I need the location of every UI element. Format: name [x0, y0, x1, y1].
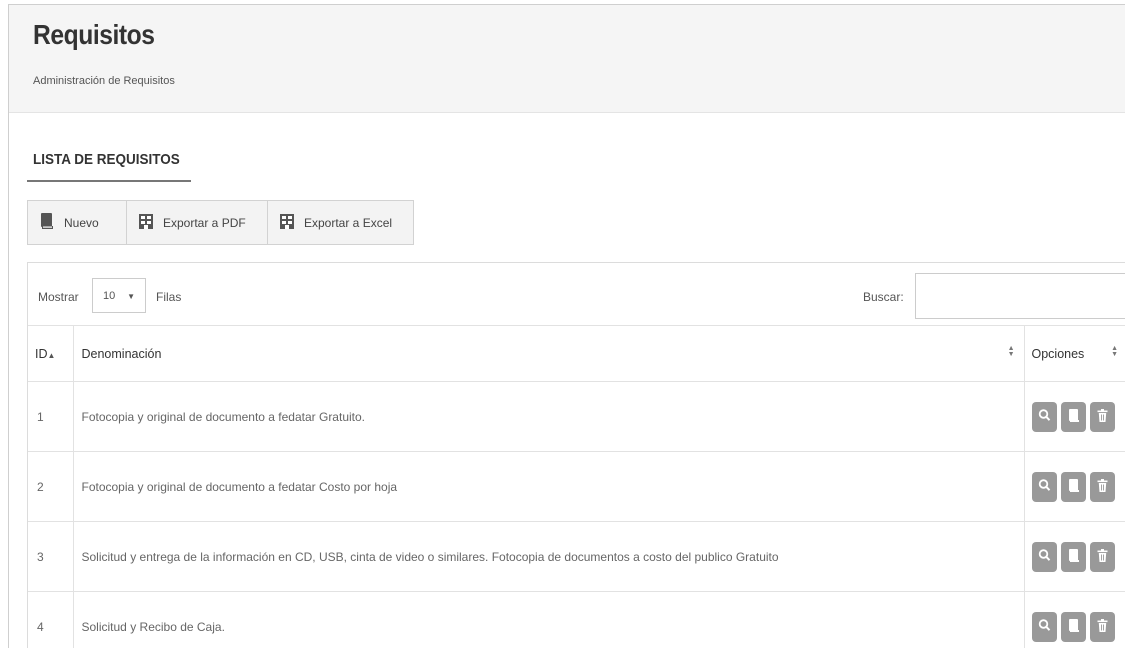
edit-button[interactable] — [1060, 401, 1086, 432]
search-icon — [1038, 618, 1051, 636]
table-row: 1 Fotocopia y original de documento a fe… — [28, 381, 1125, 452]
view-button[interactable] — [1031, 541, 1057, 572]
row-id: 3 — [28, 521, 74, 592]
delete-button[interactable] — [1089, 611, 1115, 642]
row-name-value: Solicitud y entrega de la información en… — [81, 549, 779, 564]
trash-icon — [1096, 478, 1109, 496]
sort-both-icon: ▲ ▼ — [1007, 345, 1015, 358]
caret-down-icon: ▼ — [127, 292, 135, 301]
trash-icon — [1096, 548, 1109, 566]
page-header: Requisitos Administración de Requisitos — [9, 5, 1125, 113]
table-body: 1 Fotocopia y original de documento a fe… — [28, 381, 1125, 648]
row-options — [1024, 451, 1125, 522]
row-name-value: Solicitud y Recibo de Caja. — [81, 619, 225, 634]
view-button[interactable] — [1031, 471, 1057, 502]
row-actions — [1031, 471, 1125, 502]
export-pdf-button[interactable]: Exportar a PDF — [126, 200, 268, 245]
requirements-table: ID▲ Denominación ▲ ▼ Opciones ▲ ▼ 1 Fotocopi… — [28, 325, 1125, 648]
search-icon — [1038, 548, 1051, 566]
section-underline — [27, 180, 191, 182]
export-excel-label: Exportar a Excel — [304, 215, 393, 230]
row-name: Solicitud y Recibo de Caja. — [73, 591, 1025, 648]
building-icon — [280, 213, 294, 232]
new-button-label: Nuevo — [64, 215, 99, 230]
sort-both-icon: ▲ ▼ — [1111, 345, 1118, 358]
edit-button[interactable] — [1060, 471, 1086, 502]
row-id-value: 1 — [37, 409, 44, 424]
book-icon — [40, 213, 54, 232]
book-icon — [1067, 548, 1080, 566]
edit-button[interactable] — [1060, 611, 1086, 642]
row-name-value: Fotocopia y original de documento a feda… — [81, 409, 366, 424]
search-label: Buscar: — [863, 290, 904, 304]
row-name: Solicitud y entrega de la información en… — [73, 521, 1025, 592]
book-icon — [1067, 478, 1080, 496]
column-header-id[interactable]: ID▲ — [28, 325, 74, 382]
table-row: 2 Fotocopia y original de documento a fe… — [28, 451, 1125, 522]
row-name-value: Fotocopia y original de documento a feda… — [81, 479, 398, 494]
view-button[interactable] — [1031, 611, 1057, 642]
show-label: Mostrar — [38, 290, 79, 304]
section-title: LISTA DE REQUISITOS — [33, 151, 180, 168]
row-options — [1024, 591, 1125, 648]
table-header-row: ID▲ Denominación ▲ ▼ Opciones ▲ ▼ — [28, 325, 1125, 382]
row-name: Fotocopia y original de documento a feda… — [73, 451, 1025, 522]
column-header-name[interactable]: Denominación ▲ ▼ — [73, 325, 1025, 382]
page-subtitle: Administración de Requisitos — [33, 75, 175, 87]
new-button[interactable]: Nuevo — [27, 200, 127, 245]
search-icon — [1038, 478, 1051, 496]
delete-button[interactable] — [1089, 401, 1115, 432]
export-excel-button[interactable]: Exportar a Excel — [267, 200, 414, 245]
table-row: 4 Solicitud y Recibo de Caja. — [28, 591, 1125, 648]
row-id: 4 — [28, 591, 74, 648]
row-name: Fotocopia y original de documento a feda… — [73, 381, 1025, 452]
book-icon — [1067, 618, 1080, 636]
search-input[interactable] — [915, 273, 1125, 319]
trash-icon — [1096, 618, 1109, 636]
column-header-options-label: Opciones — [1031, 346, 1085, 361]
row-id: 1 — [28, 381, 74, 452]
export-pdf-label: Exportar a PDF — [163, 215, 246, 230]
edit-button[interactable] — [1060, 541, 1086, 572]
trash-icon — [1096, 408, 1109, 426]
building-icon — [139, 213, 153, 232]
row-options — [1024, 521, 1125, 592]
app-frame: Requisitos Administración de Requisitos … — [8, 4, 1125, 648]
page-title: Requisitos — [33, 19, 155, 50]
rows-label: Filas — [156, 290, 182, 304]
data-table-container: Mostrar 10 ▼ Filas Buscar: ID▲ Denominac… — [27, 262, 1125, 648]
row-options — [1024, 381, 1125, 452]
toolbar: Nuevo Exportar a PDF Exportar a Excel — [27, 200, 414, 245]
delete-button[interactable] — [1089, 541, 1115, 572]
search-icon — [1038, 408, 1051, 426]
book-icon — [1067, 408, 1080, 426]
column-header-id-label: ID — [35, 346, 48, 361]
row-id-value: 3 — [37, 549, 44, 564]
sort-asc-icon: ▲ — [47, 350, 56, 360]
delete-button[interactable] — [1089, 471, 1115, 502]
row-actions — [1031, 541, 1125, 572]
page-length-value: 10 — [103, 289, 116, 302]
page-length-select[interactable]: 10 ▼ — [92, 278, 146, 313]
column-header-name-label: Denominación — [81, 346, 162, 361]
view-button[interactable] — [1031, 401, 1057, 432]
row-id-value: 2 — [37, 479, 44, 494]
row-id: 2 — [28, 451, 74, 522]
table-controls: Mostrar 10 ▼ Filas Buscar: — [28, 263, 1125, 325]
row-id-value: 4 — [37, 619, 44, 634]
column-header-options[interactable]: Opciones ▲ ▼ — [1024, 325, 1125, 382]
table-row: 3 Solicitud y entrega de la información … — [28, 521, 1125, 592]
row-actions — [1031, 401, 1125, 432]
row-actions — [1031, 611, 1125, 642]
